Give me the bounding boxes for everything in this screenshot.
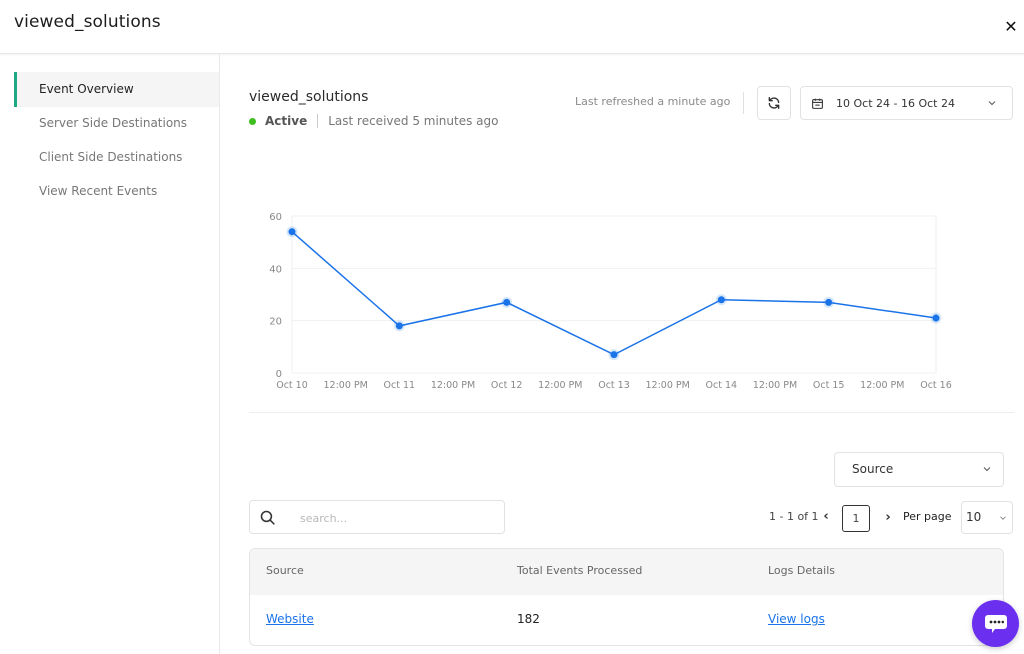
status-dot-icon bbox=[249, 117, 256, 125]
sidebar-item-view-recent-events[interactable]: View Recent Events bbox=[14, 174, 219, 209]
pagination-info: 1 - 1 of 1 bbox=[769, 510, 819, 523]
chevron-down-icon bbox=[981, 463, 993, 475]
x-tick-label: 12:00 PM bbox=[860, 380, 904, 391]
next-page-button[interactable]: › bbox=[882, 509, 894, 527]
y-tick-label: 60 bbox=[269, 212, 282, 223]
event-name: viewed_solutions bbox=[249, 89, 369, 105]
source-link[interactable]: Website bbox=[266, 612, 314, 626]
events-chart: 0 20 40 60 Oct 10 12:00 PM Oct 11 12:00 PM Oct 1… bbox=[249, 200, 1014, 413]
source-select[interactable]: Source bbox=[834, 452, 1004, 487]
x-tick-label: 12:00 PM bbox=[431, 380, 475, 391]
status-badge: Active bbox=[265, 114, 308, 128]
data-point bbox=[717, 296, 725, 304]
y-tick-label: 20 bbox=[269, 317, 282, 328]
x-tick-label: Oct 14 bbox=[706, 380, 738, 391]
current-page[interactable]: 1 bbox=[842, 505, 870, 532]
window-title: viewed_solutions bbox=[14, 12, 161, 32]
x-tick-label: Oct 12 bbox=[491, 380, 523, 391]
series-line bbox=[291, 231, 937, 356]
x-tick-label: 12:00 PM bbox=[324, 380, 368, 391]
search-input[interactable] bbox=[300, 507, 495, 529]
close-icon[interactable]: ✕ bbox=[1002, 18, 1020, 36]
date-range-picker[interactable]: 10 Oct 24 - 16 Oct 24 bbox=[800, 86, 1013, 120]
refresh-icon bbox=[768, 97, 780, 109]
x-tick-label: 12:00 PM bbox=[646, 380, 690, 391]
previous-page-button[interactable]: ‹ bbox=[820, 508, 832, 526]
view-logs-link[interactable]: View logs bbox=[768, 612, 825, 626]
x-tick-label: 12:00 PM bbox=[753, 380, 797, 391]
total-events-value: 182 bbox=[517, 612, 540, 626]
data-point bbox=[932, 314, 940, 322]
y-tick-label: 40 bbox=[269, 264, 282, 275]
column-header-logs-details: Logs Details bbox=[768, 564, 836, 577]
per-page-label: Per page bbox=[903, 510, 952, 523]
x-tick-label: Oct 16 bbox=[920, 380, 952, 391]
sidebar-item-server-side-destinations[interactable]: Server Side Destinations bbox=[14, 106, 219, 141]
sidebar-item-event-overview[interactable]: Event Overview bbox=[14, 72, 219, 107]
chat-button[interactable] bbox=[972, 600, 1019, 647]
column-header-total-events: Total Events Processed bbox=[517, 564, 643, 577]
search-box bbox=[249, 500, 505, 534]
search-icon bbox=[259, 509, 276, 526]
sidebar: Event Overview Server Side Destinations … bbox=[0, 54, 220, 654]
data-point bbox=[395, 322, 403, 330]
x-tick-label: Oct 13 bbox=[598, 380, 630, 391]
divider bbox=[317, 114, 319, 128]
refresh-button[interactable] bbox=[757, 86, 791, 120]
table-header: Source Total Events Processed Logs Detai… bbox=[250, 549, 1003, 595]
per-page-select[interactable]: 10 bbox=[961, 501, 1013, 534]
table-row: Website 182 View logs bbox=[250, 595, 1003, 645]
chevron-down-icon bbox=[998, 513, 1008, 523]
sources-table: Source Total Events Processed Logs Detai… bbox=[249, 548, 1004, 646]
data-point bbox=[825, 298, 833, 306]
x-tick-label: Oct 11 bbox=[384, 380, 416, 391]
x-tick-label: 12:00 PM bbox=[538, 380, 582, 391]
date-range-value: 10 Oct 24 - 16 Oct 24 bbox=[836, 96, 955, 110]
last-refreshed: Last refreshed a minute ago bbox=[575, 95, 731, 108]
data-point bbox=[503, 298, 511, 306]
data-point bbox=[610, 351, 618, 359]
last-received: Last received 5 minutes ago bbox=[328, 114, 499, 128]
chevron-down-icon bbox=[986, 97, 998, 109]
data-point bbox=[288, 228, 296, 236]
top-bar: viewed_solutions ✕ bbox=[0, 0, 1024, 54]
sidebar-item-client-side-destinations[interactable]: Client Side Destinations bbox=[14, 140, 219, 175]
line-chart: 0 20 40 60 Oct 10 12:00 PM Oct 11 12:00 PM Oct 1… bbox=[269, 212, 952, 391]
column-header-source: Source bbox=[266, 564, 304, 577]
x-tick-label: Oct 10 bbox=[276, 380, 308, 391]
chat-icon bbox=[984, 614, 1007, 633]
status-line: Active Last received 5 minutes ago bbox=[249, 113, 498, 129]
source-select-value: Source bbox=[852, 462, 894, 476]
calendar-icon bbox=[811, 97, 824, 110]
x-tick-label: Oct 15 bbox=[813, 380, 845, 391]
divider bbox=[743, 92, 744, 114]
y-tick-label: 0 bbox=[276, 369, 282, 380]
per-page-value: 10 bbox=[966, 510, 982, 524]
